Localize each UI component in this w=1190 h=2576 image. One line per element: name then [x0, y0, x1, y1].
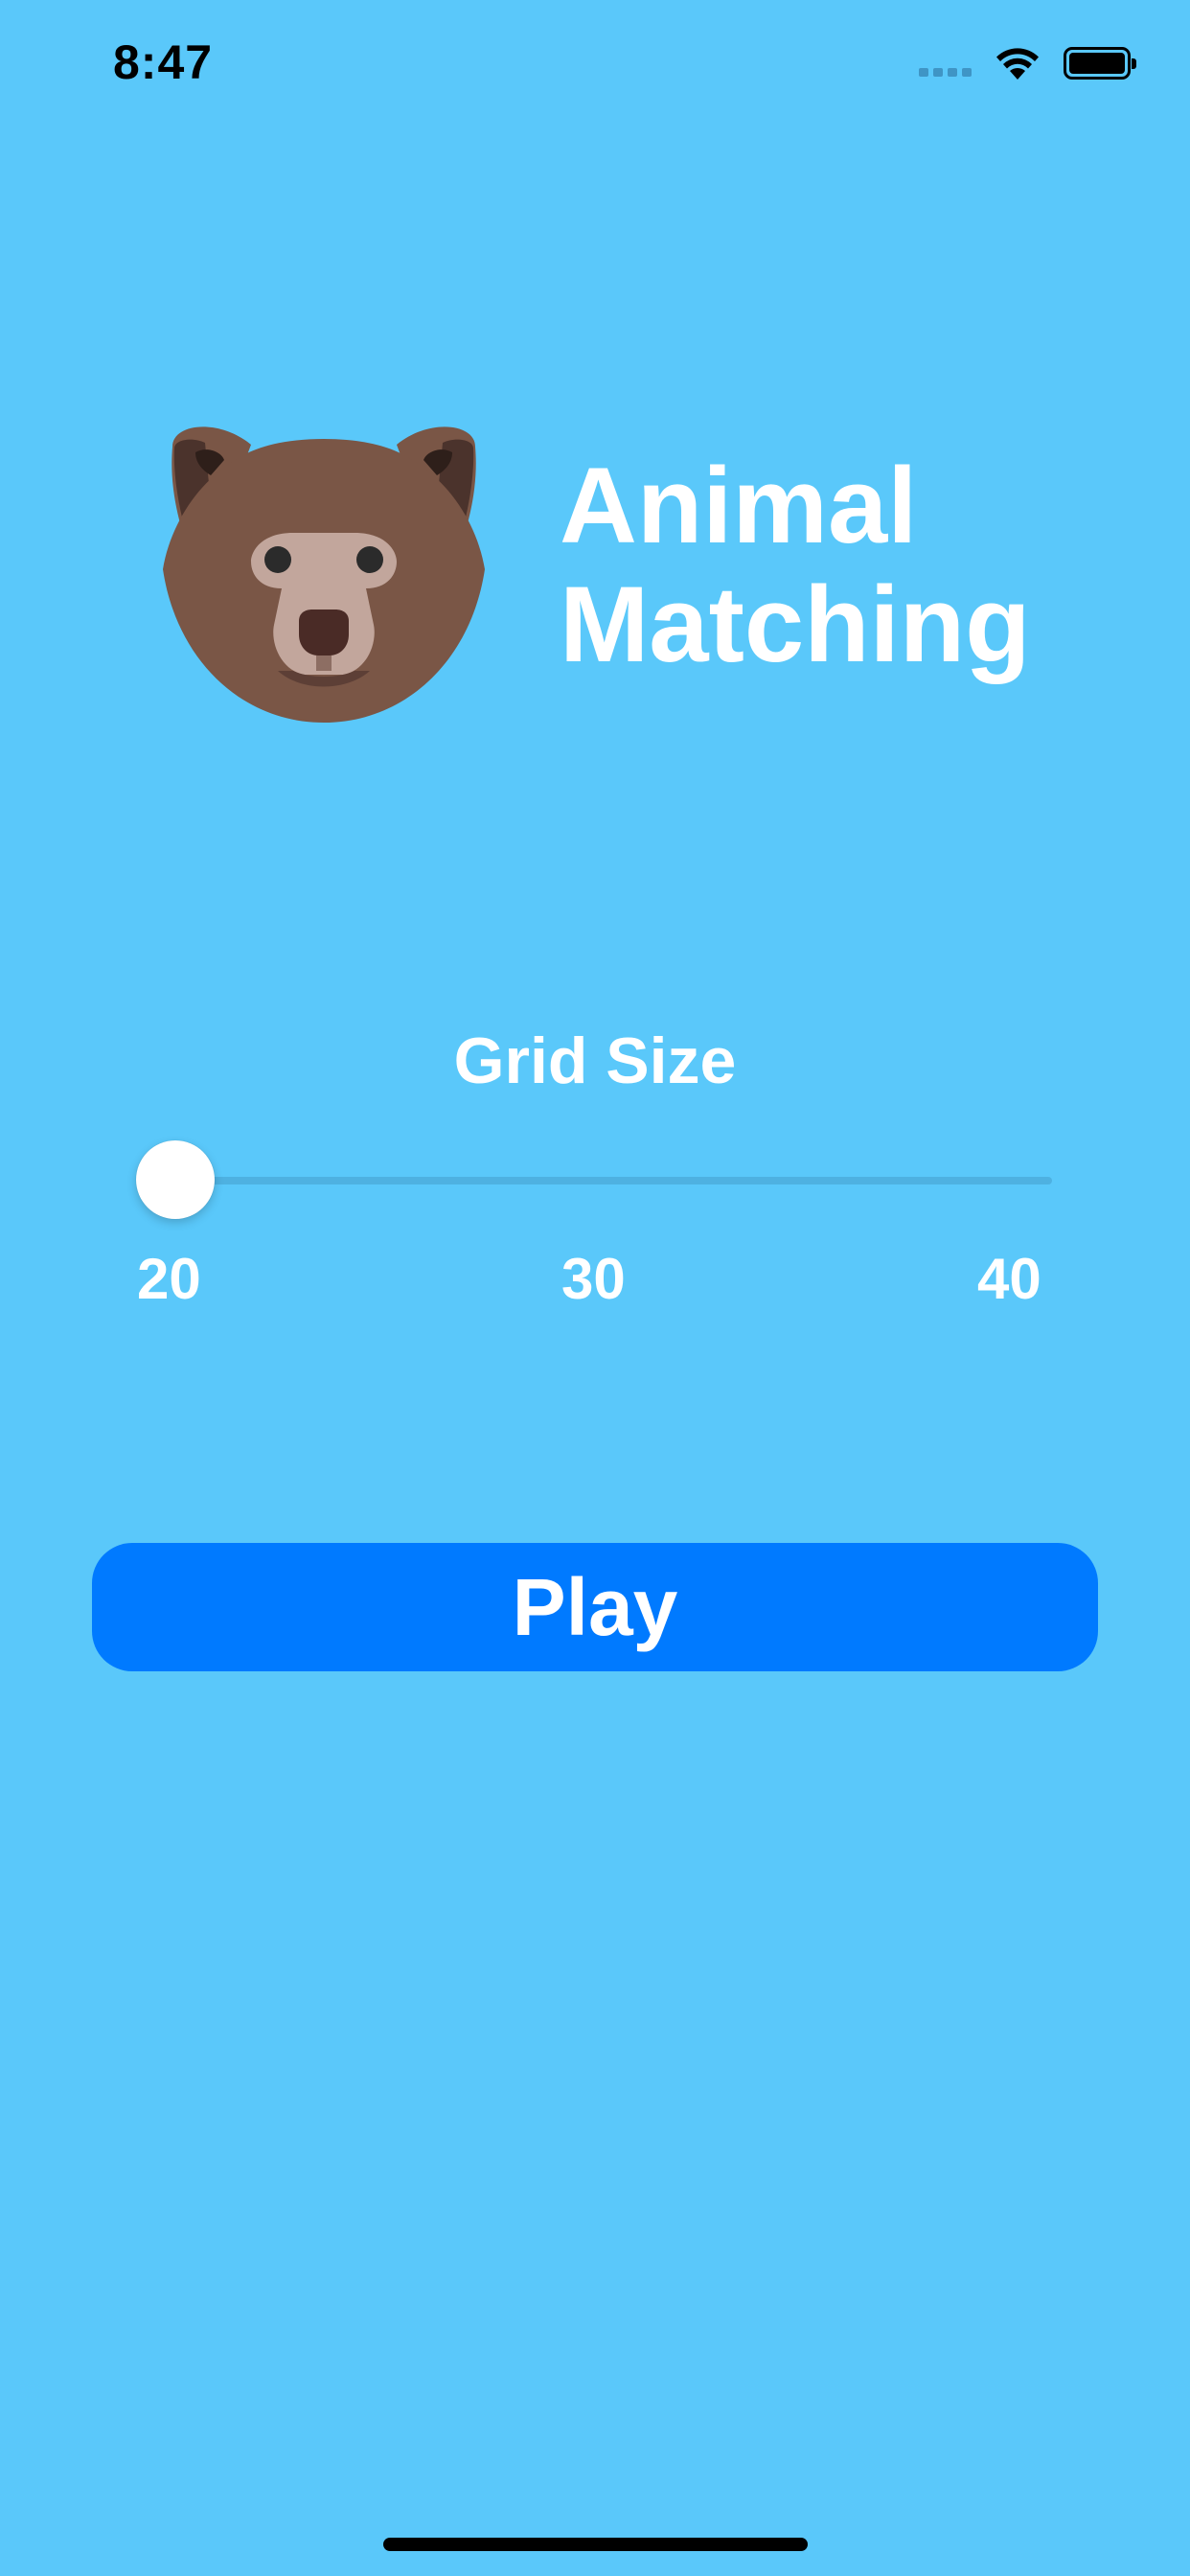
grid-size-slider[interactable]: [136, 1140, 1052, 1221]
slider-thumb[interactable]: [136, 1140, 215, 1219]
app-title: Animal Matching: [560, 447, 1031, 684]
bear-face-icon: [163, 426, 485, 723]
cellular-signal-icon: [919, 44, 972, 82]
play-button[interactable]: Play: [92, 1543, 1098, 1671]
tick-label-min: 20: [137, 1247, 201, 1311]
status-time: 8:47: [113, 35, 214, 89]
home-indicator: [383, 2538, 808, 2551]
slider-track[interactable]: [175, 1177, 1052, 1184]
status-icons: [919, 38, 1136, 88]
grid-size-label: Grid Size: [453, 1024, 737, 1097]
app-title-line-2: Matching: [560, 564, 1031, 684]
wifi-icon: [996, 48, 1039, 80]
battery-icon: [1064, 47, 1136, 80]
tick-label-mid: 30: [561, 1247, 626, 1311]
tick-label-max: 40: [977, 1247, 1041, 1311]
main-screen: 8:47 Animal Matching Grid Size 20 30 40 …: [0, 0, 1190, 2576]
app-title-line-1: Animal: [560, 446, 918, 565]
